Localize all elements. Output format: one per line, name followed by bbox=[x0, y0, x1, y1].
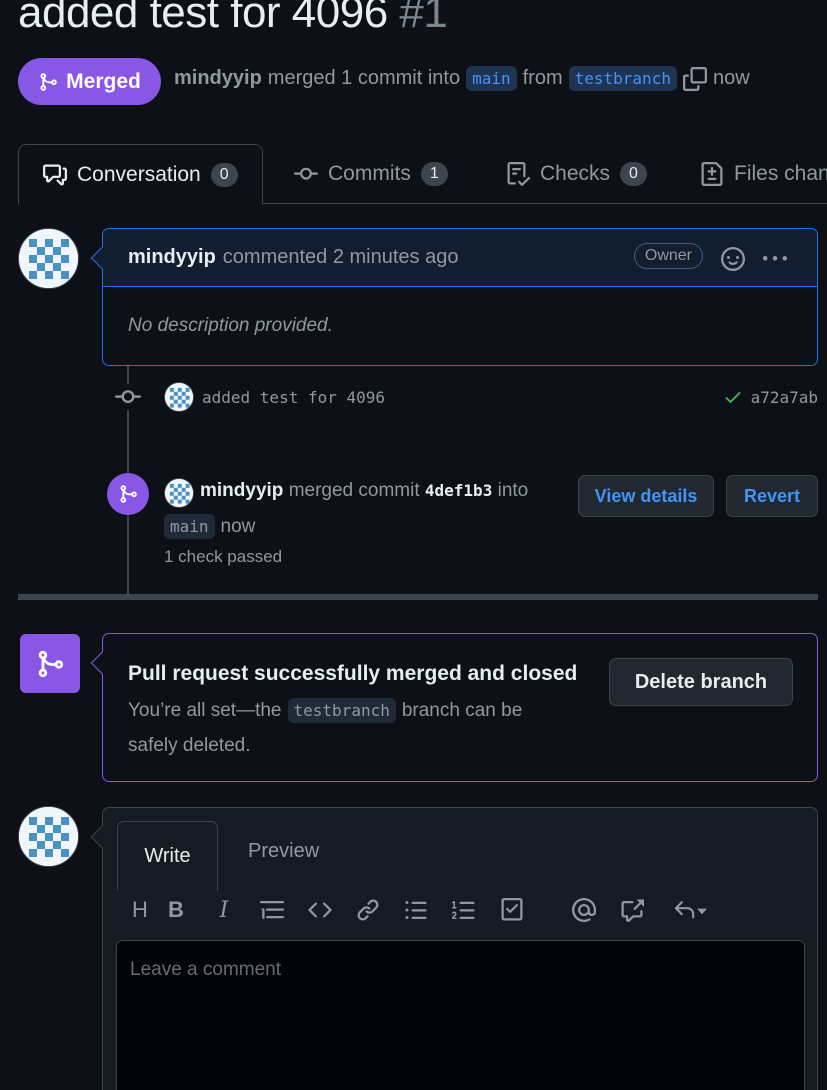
identicon-avatar-image bbox=[19, 229, 78, 288]
current-user-avatar[interactable] bbox=[18, 806, 79, 867]
markdown-toolbar: H B I bbox=[128, 894, 714, 926]
merge-event-time: now bbox=[220, 515, 256, 537]
merged-status-badge: Merged bbox=[18, 58, 161, 105]
comment-author[interactable]: mindyyip bbox=[128, 246, 216, 269]
smiley-icon[interactable] bbox=[721, 247, 745, 271]
merge-event: mindyyip merged commit 4def1b3 into main… bbox=[107, 471, 818, 571]
kebab-horizontal-icon[interactable] bbox=[761, 247, 789, 271]
code-icon[interactable] bbox=[296, 898, 344, 922]
merged-box-line2: safely deleted. bbox=[128, 735, 251, 756]
bold-icon[interactable]: B bbox=[152, 897, 200, 923]
owner-badge: Owner bbox=[633, 243, 703, 269]
commit-icon bbox=[294, 167, 318, 180]
merged-box-text-before: You’re all set—the bbox=[128, 699, 282, 721]
tab-files-label: Files chan bbox=[734, 162, 827, 185]
comment-body: No description provided. bbox=[128, 315, 333, 336]
merged-box-line1: You’re all set—the testbranch branch can… bbox=[128, 698, 522, 723]
pr-meta: mindyyip merged 1 commit into main from … bbox=[174, 66, 750, 91]
tab-conversation[interactable]: Conversation 0 bbox=[18, 144, 263, 205]
merged-box-text-after: branch can be bbox=[401, 699, 523, 721]
pr-title: added test for 4096 #1 bbox=[18, 0, 448, 38]
merged-state-icon bbox=[20, 634, 80, 693]
merge-target-branch[interactable]: main bbox=[164, 514, 215, 539]
comment-action: commented 2 minutes ago bbox=[222, 246, 459, 268]
tab-checks-count: 0 bbox=[620, 162, 647, 186]
copy-icon[interactable] bbox=[682, 66, 707, 91]
checks-passed-text[interactable]: 1 check passed bbox=[164, 547, 282, 567]
conversation-icon bbox=[43, 164, 67, 185]
commit-icon bbox=[115, 384, 141, 410]
tab-checks-label: Checks bbox=[540, 162, 611, 185]
identicon-avatar-image bbox=[165, 383, 193, 411]
merge-event-line2: main now bbox=[164, 514, 255, 539]
identicon-avatar-image bbox=[19, 807, 78, 866]
tab-commits[interactable]: Commits 1 bbox=[294, 144, 448, 204]
tasklist-icon[interactable] bbox=[488, 898, 536, 922]
file-diff-icon bbox=[701, 162, 723, 186]
tab-preview[interactable]: Preview bbox=[248, 840, 319, 863]
tab-conversation-count: 0 bbox=[210, 162, 238, 187]
merge-icon bbox=[38, 650, 64, 677]
commit-author-avatar[interactable] bbox=[164, 382, 194, 412]
merge-event-line1: mindyyip merged commit 4def1b3 into bbox=[200, 480, 528, 502]
pr-author-link[interactable]: mindyyip bbox=[174, 67, 262, 90]
merged-closed-box: Pull request successfully merged and clo… bbox=[90, 633, 818, 782]
comment-header: mindyyip commented 2 minutes ago Owner bbox=[103, 229, 817, 287]
merge-author[interactable]: mindyyip bbox=[200, 480, 283, 501]
commit-message-link[interactable]: added test for 4096 bbox=[202, 388, 385, 407]
timeline-divider bbox=[18, 594, 818, 600]
base-branch-tag[interactable]: main bbox=[466, 66, 517, 91]
tab-commits-label: Commits bbox=[328, 162, 411, 185]
link-icon[interactable] bbox=[344, 898, 392, 922]
saved-replies-icon[interactable] bbox=[666, 898, 714, 922]
commit-sha-link[interactable]: a72a7ab bbox=[751, 388, 818, 407]
merge-icon bbox=[40, 72, 57, 91]
view-details-button[interactable]: View details bbox=[578, 475, 714, 517]
tab-checks[interactable]: Checks 0 bbox=[506, 144, 647, 204]
merge-into-text: into bbox=[497, 480, 529, 501]
tab-commits-count: 1 bbox=[420, 162, 448, 186]
identicon-avatar-image bbox=[165, 479, 193, 507]
check-icon[interactable] bbox=[723, 387, 743, 407]
merge-event-text: merged commit bbox=[288, 480, 420, 501]
author-avatar[interactable] bbox=[18, 228, 79, 289]
mention-icon[interactable] bbox=[560, 898, 608, 922]
merge-event-badge bbox=[107, 473, 149, 515]
merged-box-branch: testbranch bbox=[287, 698, 396, 723]
checklist-icon bbox=[507, 162, 530, 186]
pr-number: #1 bbox=[399, 0, 448, 37]
revert-button[interactable]: Revert bbox=[726, 475, 818, 517]
pr-description-comment: mindyyip commented 2 minutes ago Owner N… bbox=[90, 228, 818, 366]
italic-icon[interactable]: I bbox=[200, 898, 248, 923]
pr-merge-text: merged 1 commit into bbox=[267, 67, 461, 89]
pr-from-text: from bbox=[522, 67, 563, 89]
write-box-pointer bbox=[90, 825, 114, 849]
pr-time: now bbox=[712, 67, 750, 89]
comment-textarea[interactable]: Leave a comment bbox=[116, 940, 805, 1090]
merge-author-avatar[interactable] bbox=[164, 478, 194, 508]
merged-status-label: Merged bbox=[66, 69, 141, 93]
tab-write[interactable]: Write bbox=[117, 821, 218, 891]
delete-branch-button[interactable]: Delete branch bbox=[609, 658, 793, 706]
ordered-list-icon[interactable] bbox=[440, 898, 488, 922]
head-branch-tag[interactable]: testbranch bbox=[568, 66, 677, 91]
merged-box-pointer bbox=[90, 651, 114, 675]
pr-tabs: Conversation 0 Commits 1 Checks 0 Files … bbox=[18, 144, 827, 205]
tab-conversation-label: Conversation bbox=[77, 162, 201, 186]
cross-reference-icon[interactable] bbox=[608, 898, 656, 922]
unordered-list-icon[interactable] bbox=[392, 898, 440, 922]
heading-icon[interactable]: H bbox=[128, 897, 152, 923]
tab-files-changed[interactable]: Files chan bbox=[700, 144, 827, 204]
merge-commit-sha[interactable]: 4def1b3 bbox=[425, 481, 492, 500]
merged-box-title: Pull request successfully merged and clo… bbox=[128, 662, 578, 685]
pr-title-text: added test for 4096 bbox=[18, 0, 388, 37]
merge-icon bbox=[120, 485, 137, 503]
quote-icon[interactable] bbox=[248, 898, 296, 922]
pull-request-page: added test for 4096 #1 Merged mindyyip m… bbox=[0, 0, 827, 1090]
commit-row: added test for 4096 a72a7ab bbox=[115, 378, 818, 416]
